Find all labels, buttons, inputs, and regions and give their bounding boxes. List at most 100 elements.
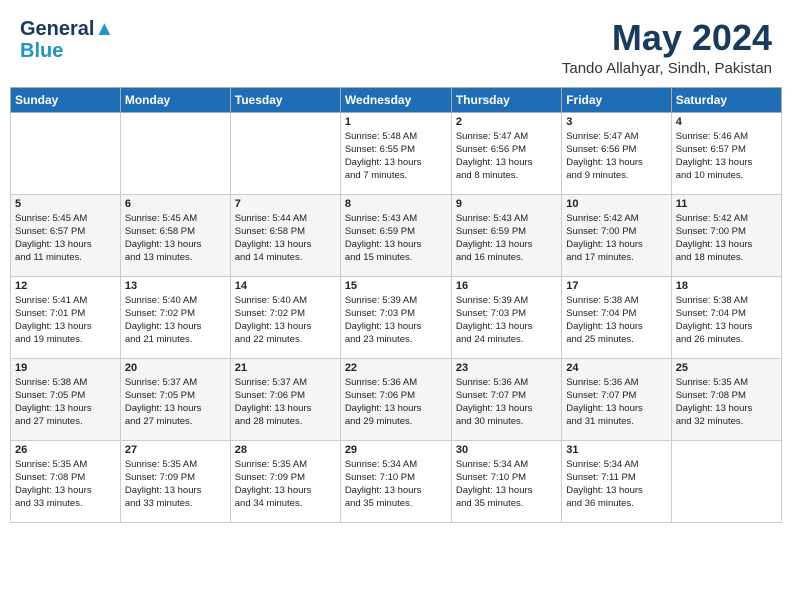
calendar-cell: 13 Sunrise: 5:40 AMSunset: 7:02 PMDayligh… [120,276,230,358]
day-number: 21 [235,362,336,374]
day-info: Sunrise: 5:35 AMSunset: 7:08 PMDaylight:… [15,458,116,511]
day-info: Sunrise: 5:41 AMSunset: 7:01 PMDaylight:… [15,294,116,347]
day-info: Sunrise: 5:46 AMSunset: 6:57 PMDaylight:… [676,130,777,183]
day-info: Sunrise: 5:40 AMSunset: 7:02 PMDaylight:… [235,294,336,347]
day-info: Sunrise: 5:47 AMSunset: 6:56 PMDaylight:… [456,130,557,183]
day-number: 6 [125,198,226,210]
page-header: General▲ Blue May 2024 Tando Allahyar, S… [10,10,782,83]
day-number: 27 [125,444,226,456]
weekday-header: Thursday [451,87,561,112]
day-info: Sunrise: 5:44 AMSunset: 6:58 PMDaylight:… [235,212,336,265]
day-number: 19 [15,362,116,374]
day-info: Sunrise: 5:34 AMSunset: 7:10 PMDaylight:… [345,458,447,511]
day-info: Sunrise: 5:34 AMSunset: 7:10 PMDaylight:… [456,458,557,511]
calendar-cell: 8 Sunrise: 5:43 AMSunset: 6:59 PMDaylight… [340,194,451,276]
day-number: 29 [345,444,447,456]
calendar-cell: 23 Sunrise: 5:36 AMSunset: 7:07 PMDayligh… [451,358,561,440]
day-info: Sunrise: 5:39 AMSunset: 7:03 PMDaylight:… [456,294,557,347]
calendar-cell: 5 Sunrise: 5:45 AMSunset: 6:57 PMDaylight… [11,194,121,276]
weekday-header: Saturday [671,87,781,112]
location-title: Tando Allahyar, Sindh, Pakistan [562,60,772,77]
day-number: 3 [566,116,666,128]
calendar-cell: 27 Sunrise: 5:35 AMSunset: 7:09 PMDayligh… [120,440,230,522]
day-info: Sunrise: 5:39 AMSunset: 7:03 PMDaylight:… [345,294,447,347]
weekday-header: Monday [120,87,230,112]
logo: General▲ Blue [20,18,114,62]
day-number: 20 [125,362,226,374]
calendar-cell: 31 Sunrise: 5:34 AMSunset: 7:11 PMDayligh… [562,440,671,522]
calendar-cell: 6 Sunrise: 5:45 AMSunset: 6:58 PMDaylight… [120,194,230,276]
day-number: 25 [676,362,777,374]
calendar-cell: 15Sunrise: 5:39 AMSunset: 7:03 PMDayligh… [340,276,451,358]
day-info: Sunrise: 5:36 AMSunset: 7:06 PMDaylight:… [345,376,447,429]
day-number: 13 [125,280,226,292]
day-info: Sunrise: 5:35 AMSunset: 7:08 PMDaylight:… [676,376,777,429]
calendar-cell: 3 Sunrise: 5:47 AMSunset: 6:56 PMDaylight… [562,112,671,194]
day-number: 18 [676,280,777,292]
day-info: Sunrise: 5:36 AMSunset: 7:07 PMDaylight:… [456,376,557,429]
day-number: 24 [566,362,666,374]
calendar-cell: 28 Sunrise: 5:35 AMSunset: 7:09 PMDayligh… [230,440,340,522]
day-number: 28 [235,444,336,456]
day-info: Sunrise: 5:42 AMSunset: 7:00 PMDaylight:… [676,212,777,265]
calendar-cell: 16 Sunrise: 5:39 AMSunset: 7:03 PMDayligh… [451,276,561,358]
day-info: Sunrise: 5:40 AMSunset: 7:02 PMDaylight:… [125,294,226,347]
day-info: Sunrise: 5:37 AMSunset: 7:05 PMDaylight:… [125,376,226,429]
day-info: Sunrise: 5:34 AMSunset: 7:11 PMDaylight:… [566,458,666,511]
day-number: 10 [566,198,666,210]
day-info: Sunrise: 5:35 AMSunset: 7:09 PMDaylight:… [235,458,336,511]
day-info: Sunrise: 5:36 AMSunset: 7:07 PMDaylight:… [566,376,666,429]
day-info: Sunrise: 5:37 AMSunset: 7:06 PMDaylight:… [235,376,336,429]
calendar-cell: 14 Sunrise: 5:40 AMSunset: 7:02 PMDayligh… [230,276,340,358]
day-number: 23 [456,362,557,374]
calendar-cell: 10 Sunrise: 5:42 AMSunset: 7:00 PMDayligh… [562,194,671,276]
month-title: May 2024 [562,18,772,58]
day-info: Sunrise: 5:45 AMSunset: 6:57 PMDaylight:… [15,212,116,265]
day-number: 26 [15,444,116,456]
day-info: Sunrise: 5:47 AMSunset: 6:56 PMDaylight:… [566,130,666,183]
calendar-cell: 26 Sunrise: 5:35 AMSunset: 7:08 PMDayligh… [11,440,121,522]
calendar-cell: 24 Sunrise: 5:36 AMSunset: 7:07 PMDayligh… [562,358,671,440]
day-number: 22 [345,362,447,374]
day-number: 2 [456,116,557,128]
day-info: Sunrise: 5:42 AMSunset: 7:00 PMDaylight:… [566,212,666,265]
weekday-header: Wednesday [340,87,451,112]
weekday-header: Friday [562,87,671,112]
day-number: 1 [345,116,447,128]
day-number: 31 [566,444,666,456]
day-number: 9 [456,198,557,210]
day-info: Sunrise: 5:38 AMSunset: 7:04 PMDaylight:… [566,294,666,347]
calendar-cell: 18 Sunrise: 5:38 AMSunset: 7:04 PMDayligh… [671,276,781,358]
calendar-cell [230,112,340,194]
calendar-cell: 1Sunrise: 5:48 AMSunset: 6:55 PMDaylight… [340,112,451,194]
day-info: Sunrise: 5:38 AMSunset: 7:04 PMDaylight:… [676,294,777,347]
day-number: 7 [235,198,336,210]
calendar-cell: 11Sunrise: 5:42 AMSunset: 7:00 PMDayligh… [671,194,781,276]
calendar-cell: 25 Sunrise: 5:35 AMSunset: 7:08 PMDayligh… [671,358,781,440]
calendar-cell [671,440,781,522]
day-number: 14 [235,280,336,292]
day-number: 30 [456,444,557,456]
calendar-cell: 7 Sunrise: 5:44 AMSunset: 6:58 PMDaylight… [230,194,340,276]
calendar-cell [120,112,230,194]
calendar-cell: 4Sunrise: 5:46 AMSunset: 6:57 PMDaylight… [671,112,781,194]
day-number: 17 [566,280,666,292]
weekday-header: Tuesday [230,87,340,112]
day-info: Sunrise: 5:43 AMSunset: 6:59 PMDaylight:… [345,212,447,265]
day-info: Sunrise: 5:38 AMSunset: 7:05 PMDaylight:… [15,376,116,429]
day-number: 12 [15,280,116,292]
logo-text: General▲ [20,18,114,40]
calendar-cell: 20 Sunrise: 5:37 AMSunset: 7:05 PMDayligh… [120,358,230,440]
calendar-cell: 17 Sunrise: 5:38 AMSunset: 7:04 PMDayligh… [562,276,671,358]
day-info: Sunrise: 5:35 AMSunset: 7:09 PMDaylight:… [125,458,226,511]
day-number: 5 [15,198,116,210]
day-info: Sunrise: 5:43 AMSunset: 6:59 PMDaylight:… [456,212,557,265]
calendar-cell: 19 Sunrise: 5:38 AMSunset: 7:05 PMDayligh… [11,358,121,440]
calendar-cell [11,112,121,194]
title-block: May 2024 Tando Allahyar, Sindh, Pakistan [562,18,772,77]
day-number: 8 [345,198,447,210]
calendar-cell: 2 Sunrise: 5:47 AMSunset: 6:56 PMDaylight… [451,112,561,194]
day-number: 16 [456,280,557,292]
calendar-cell: 29 Sunrise: 5:34 AMSunset: 7:10 PMDayligh… [340,440,451,522]
day-info: Sunrise: 5:45 AMSunset: 6:58 PMDaylight:… [125,212,226,265]
